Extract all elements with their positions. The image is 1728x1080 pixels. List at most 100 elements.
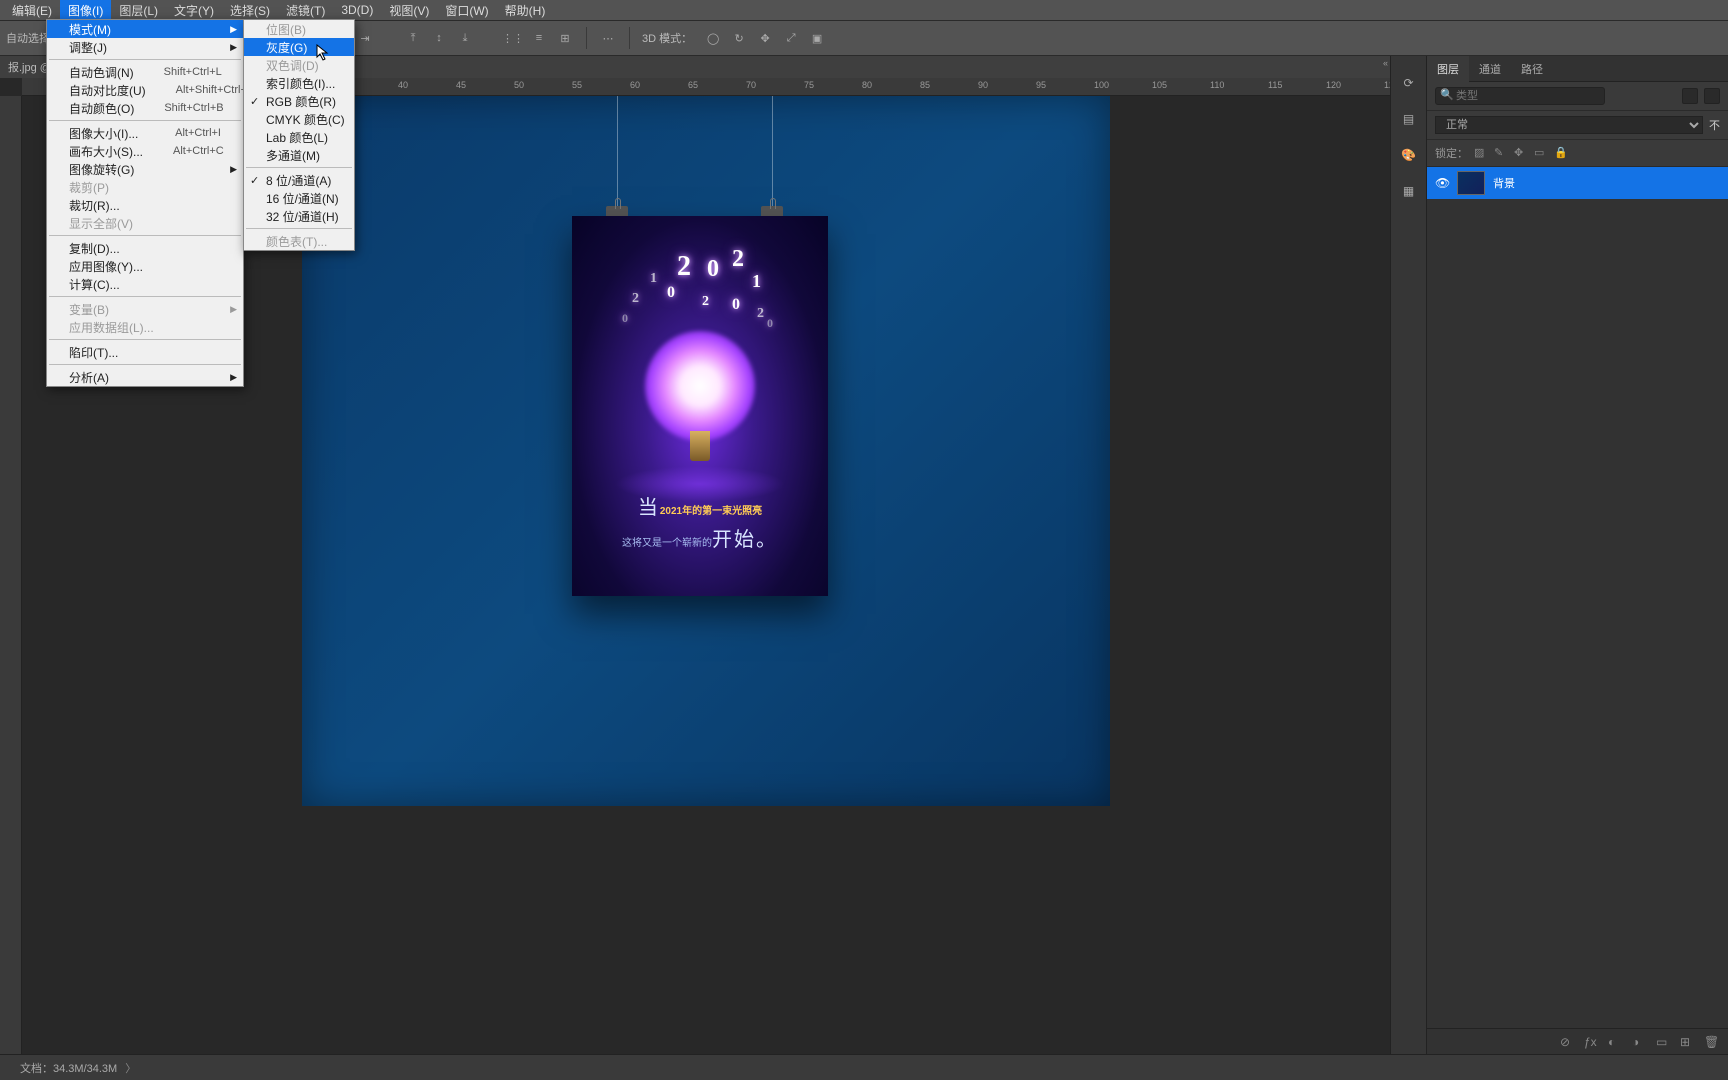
lock-transparent-icon[interactable]: ▨ (1474, 146, 1488, 160)
3d-zoom-icon[interactable]: ▣ (808, 29, 826, 47)
doc-size-label: 文档：34.3M/34.3M (20, 1060, 117, 1076)
ruler-tick: 70 (746, 80, 756, 90)
ruler-tick: 85 (920, 80, 930, 90)
filter-adjustment-icon[interactable] (1704, 88, 1720, 104)
panel-icon-strip: ⟳ ▤ 🎨 ▦ (1390, 56, 1426, 1054)
ruler-tick: 120 (1326, 80, 1341, 90)
menu-8[interactable]: 窗口(W) (437, 0, 496, 21)
menu-item[interactable]: 32 位/通道(H) (244, 207, 354, 225)
align-middle-icon[interactable]: ↕ (430, 29, 448, 47)
properties-icon[interactable]: ▤ (1398, 108, 1420, 130)
lock-pixels-icon[interactable]: ✎ (1494, 146, 1508, 160)
menu-2[interactable]: 图层(L) (111, 0, 166, 21)
menu-item[interactable]: 自动色调(N)Shift+Ctrl+L (47, 63, 243, 81)
new-layer-icon[interactable]: ⊞ (1680, 1035, 1694, 1049)
menu-item[interactable]: 计算(C)... (47, 275, 243, 293)
menu-item[interactable]: 分析(A)▶ (47, 368, 243, 386)
menu-item[interactable]: 图像旋转(G)▶ (47, 160, 243, 178)
3d-roll-icon[interactable]: ↻ (730, 29, 748, 47)
align-right-icon[interactable]: ⇥ (356, 29, 374, 47)
color-icon[interactable]: 🎨 (1398, 144, 1420, 166)
ruler-tick: 60 (630, 80, 640, 90)
link-layers-icon[interactable]: ⊘ (1560, 1035, 1574, 1049)
menu-6[interactable]: 3D(D) (333, 1, 381, 19)
menu-item[interactable]: CMYK 颜色(C) (244, 110, 354, 128)
visibility-icon[interactable]: 👁 (1435, 176, 1449, 190)
tab-channels[interactable]: 通道 (1469, 56, 1511, 82)
menu-1[interactable]: 图像(I) (60, 0, 111, 21)
3d-orbit-icon[interactable]: ◯ (704, 29, 722, 47)
ruler-vertical (0, 96, 22, 1054)
lock-artboard-icon[interactable]: ▭ (1534, 146, 1548, 160)
menu-3[interactable]: 文字(Y) (166, 0, 222, 21)
poster: 2 0 2 1 0 2 0 2 0 2 1 0 当2021年的第一束光照亮 这将… (572, 216, 828, 596)
group-icon[interactable]: ▭ (1656, 1035, 1670, 1049)
status-bar: 文档：34.3M/34.3M 〉 (0, 1054, 1728, 1080)
menu-item[interactable]: 陷印(T)... (47, 343, 243, 361)
menu-item[interactable]: ✓8 位/通道(A) (244, 171, 354, 189)
menu-item[interactable]: Lab 颜色(L) (244, 128, 354, 146)
menu-item[interactable]: 调整(J)▶ (47, 38, 243, 56)
ruler-tick: 100 (1094, 80, 1109, 90)
tab-paths[interactable]: 路径 (1511, 56, 1553, 82)
delete-layer-icon[interactable]: 🗑 (1704, 1035, 1718, 1049)
separator (586, 27, 587, 49)
image-menu[interactable]: 模式(M)▶调整(J)▶ 自动色调(N)Shift+Ctrl+L自动对比度(U)A… (46, 19, 244, 387)
menu-item[interactable]: 图像大小(I)...Alt+Ctrl+I (47, 124, 243, 142)
swatches-icon[interactable]: ▦ (1398, 180, 1420, 202)
lock-row: 锁定： ▨ ✎ ✥ ▭ 🔒 (1427, 140, 1728, 167)
lock-all-icon[interactable]: 🔒 (1554, 146, 1568, 160)
align-top-icon[interactable]: ⤒ (404, 29, 422, 47)
menu-item[interactable]: 多通道(M) (244, 146, 354, 164)
ruler-tick: 65 (688, 80, 698, 90)
layer-name[interactable]: 背景 (1493, 175, 1515, 191)
align-bottom-icon[interactable]: ⤓ (456, 29, 474, 47)
mode-submenu[interactable]: 位图(B)灰度(G)双色调(D)索引颜色(I)...✓RGB 颜色(R)CMYK… (243, 19, 355, 251)
more-icon[interactable]: ⋯ (599, 29, 617, 47)
filter-pixellayer-icon[interactable] (1682, 88, 1698, 104)
lock-position-icon[interactable]: ✥ (1514, 146, 1528, 160)
tab-layers[interactable]: 图层 (1427, 56, 1469, 82)
menu-item[interactable]: 应用图像(Y)... (47, 257, 243, 275)
panel-collapse-icon[interactable]: « (1358, 58, 1388, 68)
canvas[interactable]: 2 0 2 1 0 2 0 2 0 2 1 0 当2021年的第一束光照亮 这将… (302, 96, 1110, 806)
layer-filter-input[interactable] (1435, 87, 1605, 105)
blend-mode-select[interactable]: 正常 (1435, 116, 1703, 134)
distribute-spacing-icon[interactable]: ⊞ (556, 29, 574, 47)
menu-item: 位图(B) (244, 20, 354, 38)
menu-item[interactable]: 索引颜色(I)... (244, 74, 354, 92)
3d-pan-icon[interactable]: ✥ (756, 29, 774, 47)
menu-0[interactable]: 编辑(E) (4, 0, 60, 21)
distribute-h-icon[interactable]: ⋮⋮ (504, 29, 522, 47)
menu-item[interactable]: 裁切(R)... (47, 196, 243, 214)
layer-thumbnail[interactable] (1457, 171, 1485, 195)
menu-item: 裁剪(P) (47, 178, 243, 196)
ruler-tick: 80 (862, 80, 872, 90)
mode3d-label: 3D 模式： (642, 30, 692, 46)
menu-7[interactable]: 视图(V) (381, 0, 437, 21)
menu-item[interactable]: 画布大小(S)...Alt+Ctrl+C (47, 142, 243, 160)
menu-9[interactable]: 帮助(H) (497, 0, 554, 21)
menu-5[interactable]: 滤镜(T) (278, 0, 333, 21)
distribute-v-icon[interactable]: ≡ (530, 29, 548, 47)
menu-4[interactable]: 选择(S) (222, 0, 278, 21)
adjustment-layer-icon[interactable]: ◑ (1632, 1035, 1646, 1049)
status-chevron-icon[interactable]: 〉 (125, 1060, 136, 1076)
ruler-tick: 40 (398, 80, 408, 90)
ruler-tick: 110 (1210, 80, 1224, 90)
history-icon[interactable]: ⟳ (1398, 72, 1420, 94)
menu-item[interactable]: ✓RGB 颜色(R) (244, 92, 354, 110)
menu-item[interactable]: 复制(D)... (47, 239, 243, 257)
menu-item[interactable]: 灰度(G) (244, 38, 354, 56)
hang-line (772, 96, 773, 211)
layers-panel: 图层 通道 路径 🔍 正常 不 锁定： ▨ ✎ ✥ ▭ 🔒 👁 背 (1426, 56, 1728, 1054)
menu-item[interactable]: 自动颜色(O)Shift+Ctrl+B (47, 99, 243, 117)
3d-slide-icon[interactable]: ⤢ (782, 29, 800, 47)
layer-mask-icon[interactable]: ◐ (1608, 1035, 1622, 1049)
menu-item[interactable]: 自动对比度(U)Alt+Shift+Ctrl+L (47, 81, 243, 99)
menu-item[interactable]: 16 位/通道(N) (244, 189, 354, 207)
layer-row[interactable]: 👁 背景 (1427, 167, 1728, 199)
layer-style-icon[interactable]: ƒx (1584, 1035, 1598, 1049)
menu-item[interactable]: 模式(M)▶ (47, 20, 243, 38)
menu-item: 应用数据组(L)... (47, 318, 243, 336)
